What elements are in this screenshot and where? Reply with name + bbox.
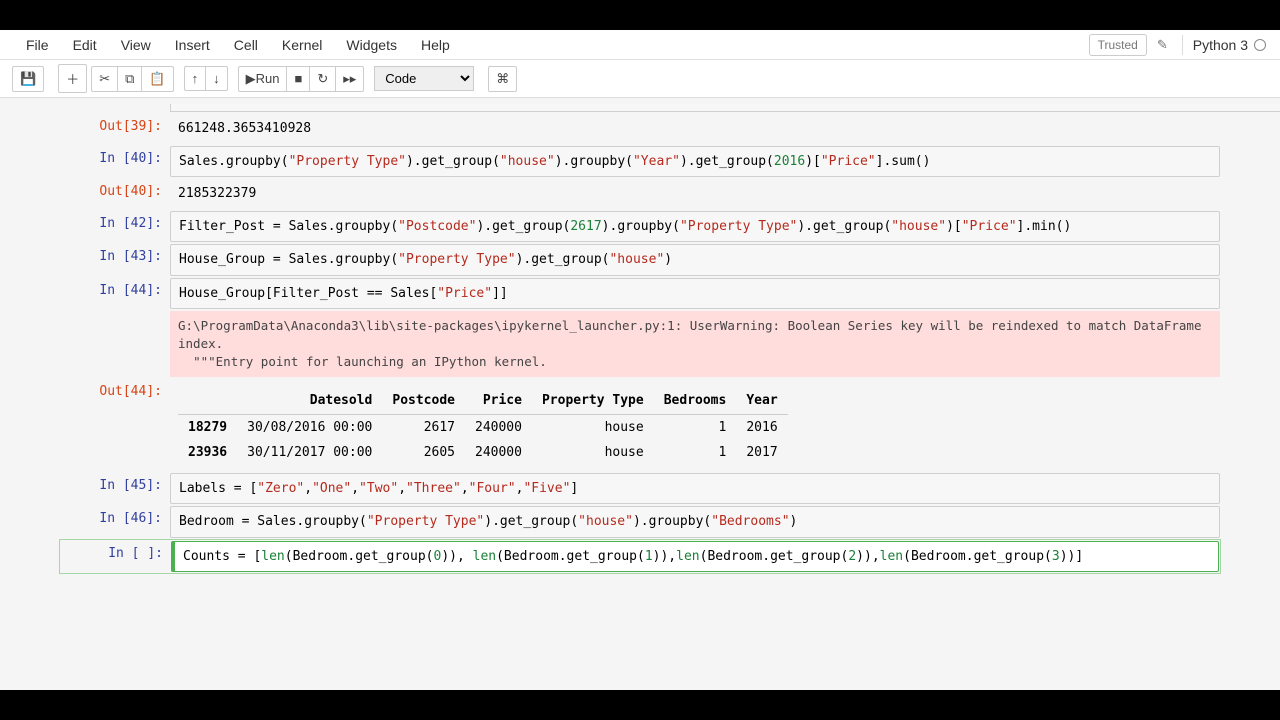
fast-forward-icon[interactable]: ▸▸ [335, 66, 364, 92]
prompt-in: In [ ]: [61, 541, 171, 573]
prompt-out: Out[40]: [60, 179, 170, 209]
table-row: 2393630/11/2017 00:002605240000house1201… [178, 440, 788, 466]
menu-cell[interactable]: Cell [222, 37, 270, 53]
cell-in-44[interactable]: In [44]: House_Group[Filter_Post == Sale… [60, 278, 1220, 310]
code-input[interactable]: Bedroom = Sales.groupby("Property Type")… [170, 506, 1220, 538]
cell-in-45[interactable]: In [45]: Labels = ["Zero","One","Two","T… [60, 473, 1220, 505]
prompt-in: In [46]: [60, 506, 170, 538]
prompt-in: In [43]: [60, 244, 170, 276]
output-text: 2185322379 [170, 179, 1220, 209]
menu-kernel[interactable]: Kernel [270, 37, 334, 53]
run-button[interactable]: ▶ Run [238, 66, 288, 92]
cell-partial-top [170, 104, 1280, 112]
menu-widgets[interactable]: Widgets [334, 37, 409, 53]
code-input[interactable]: House_Group[Filter_Post == Sales["Price"… [170, 278, 1220, 310]
cell-in-40[interactable]: In [40]: Sales.groupby("Property Type").… [60, 146, 1220, 178]
output-text: 661248.3653410928 [170, 114, 1220, 144]
code-input[interactable]: House_Group = Sales.groupby("Property Ty… [170, 244, 1220, 276]
cut-icon[interactable]: ✂ [91, 66, 118, 92]
code-input[interactable]: Filter_Post = Sales.groupby("Postcode").… [170, 211, 1220, 243]
menu-help[interactable]: Help [409, 37, 462, 53]
prompt-in: In [45]: [60, 473, 170, 505]
menubar: File Edit View Insert Cell Kernel Widget… [0, 30, 1280, 60]
notebook-area: Out[39]: 661248.3653410928 In [40]: Sale… [0, 98, 1280, 595]
code-input[interactable]: Labels = ["Zero","One","Two","Three","Fo… [170, 473, 1220, 505]
copy-icon[interactable]: ⧉ [117, 66, 142, 92]
dataframe-table: DatesoldPostcodePriceProperty TypeBedroo… [178, 388, 788, 466]
trusted-badge[interactable]: Trusted [1089, 34, 1147, 56]
cell-in-active[interactable]: In [ ]: Counts = [len(Bedroom.get_group(… [60, 540, 1220, 574]
restart-icon[interactable]: ↻ [309, 66, 336, 92]
table-header: DatesoldPostcodePriceProperty TypeBedroo… [178, 388, 788, 414]
command-palette-icon[interactable]: ⌘ [488, 66, 517, 92]
add-cell-icon[interactable]: ＋ [58, 64, 87, 93]
toolbar: 💾 ＋ ✂ ⧉ 📋 ↑ ↓ ▶ Run ■ ↻ ▸▸ Code ⌘ [0, 60, 1280, 98]
cell-warning: G:\ProgramData\Anaconda3\lib\site-packag… [60, 311, 1220, 377]
prompt-in: In [44]: [60, 278, 170, 310]
menu-file[interactable]: File [14, 37, 61, 53]
code-input[interactable]: Sales.groupby("Property Type").get_group… [170, 146, 1220, 178]
pencil-icon[interactable]: ✎ [1157, 37, 1168, 53]
kernel-indicator-icon [1254, 39, 1266, 51]
prompt-out: Out[44]: [60, 379, 170, 471]
cell-in-43[interactable]: In [43]: House_Group = Sales.groupby("Pr… [60, 244, 1220, 276]
stop-icon[interactable]: ■ [286, 66, 310, 92]
menu-edit[interactable]: Edit [61, 37, 109, 53]
prompt-in: In [40]: [60, 146, 170, 178]
save-icon[interactable]: 💾 [12, 66, 44, 92]
celltype-select[interactable]: Code [374, 66, 474, 91]
menu-insert[interactable]: Insert [163, 37, 222, 53]
cell-in-46[interactable]: In [46]: Bedroom = Sales.groupby("Proper… [60, 506, 1220, 538]
cell-in-42[interactable]: In [42]: Filter_Post = Sales.groupby("Po… [60, 211, 1220, 243]
kernel-name[interactable]: Python 3 [1193, 37, 1248, 53]
warning-output: G:\ProgramData\Anaconda3\lib\site-packag… [170, 311, 1220, 377]
jupyter-app: File Edit View Insert Cell Kernel Widget… [0, 30, 1280, 690]
prompt-in: In [42]: [60, 211, 170, 243]
table-row: 1827930/08/2016 00:002617240000house1201… [178, 414, 788, 440]
table-output: DatesoldPostcodePriceProperty TypeBedroo… [170, 379, 1220, 471]
cell-out-44: Out[44]: DatesoldPostcodePriceProperty T… [60, 379, 1220, 471]
menu-view[interactable]: View [109, 37, 163, 53]
move-up-icon[interactable]: ↑ [184, 66, 207, 91]
cell-out-40: Out[40]: 2185322379 [60, 179, 1220, 209]
move-down-icon[interactable]: ↓ [205, 66, 228, 91]
paste-icon[interactable]: 📋 [141, 66, 173, 92]
prompt-out: Out[39]: [60, 114, 170, 144]
code-input-active[interactable]: Counts = [len(Bedroom.get_group(0)), len… [171, 541, 1219, 573]
cell-out-39: Out[39]: 661248.3653410928 [60, 114, 1220, 144]
